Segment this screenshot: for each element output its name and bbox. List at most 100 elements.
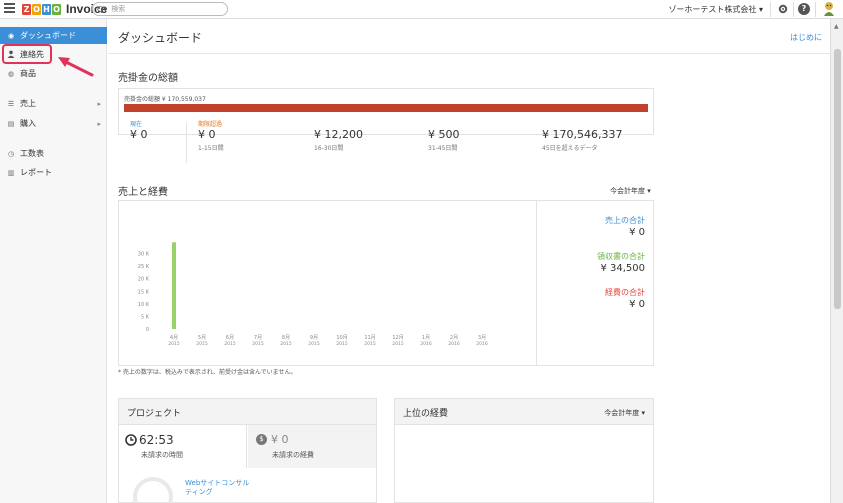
getting-started-link[interactable]: はじめに xyxy=(790,32,822,43)
sidebar-item-label: レポート xyxy=(20,168,52,177)
x-tick-year-label: 2015 xyxy=(168,341,180,347)
receivables-title: 売掛金の総額 xyxy=(118,73,178,84)
bucket-label: 期限超過 xyxy=(198,121,223,128)
x-tick-label: 11月 xyxy=(364,335,375,341)
bucket-amount: ¥ 170,546,337 xyxy=(542,128,623,141)
sales-total-value: ¥ 0 xyxy=(629,227,645,238)
sidebar-item-purchases[interactable]: ▤ 購入 ▸ xyxy=(0,115,107,132)
unbilled-expenses-value: ¥ 0 xyxy=(271,433,289,446)
sales-expenses-title: 売上と経費 xyxy=(118,187,168,198)
x-tick-label: 12月 xyxy=(392,335,403,341)
unbilled-hours-value: 62:53 xyxy=(139,433,174,447)
dollar-icon: $ xyxy=(256,434,267,445)
chart-bar[interactable] xyxy=(172,242,176,329)
x-tick-year-label: 2015 xyxy=(336,341,348,347)
bucket-range: 16-30日間 xyxy=(314,145,344,152)
sidebar-item-label: 工数表 xyxy=(20,149,44,158)
sidebar-item-sales[interactable]: ☰ 売上 ▸ xyxy=(0,95,107,112)
pointer-arrow-icon xyxy=(58,57,94,77)
receivables-bucket[interactable]: 現在 ¥ 0 xyxy=(130,119,148,167)
bucket-range: 31-45日間 xyxy=(428,145,458,152)
y-tick-label: 20 K xyxy=(138,277,150,283)
receivables-total-label: 売掛金の総額 ¥ 170,559,037 xyxy=(124,96,206,103)
period-label: 今会計年度 xyxy=(604,409,640,417)
projects-title: プロジェクト xyxy=(127,409,182,419)
expenses-total-value: ¥ 0 xyxy=(629,299,645,310)
y-tick-label: 10 K xyxy=(138,302,150,308)
y-tick-label: 15 K xyxy=(138,289,150,295)
x-tick-year-label: 2015 xyxy=(364,341,376,347)
logo-letter: Z xyxy=(22,3,31,15)
receivables-breakdown: 現在 ¥ 0 期限超過 ¥ 0 1-15日間 ¥ 12,200 16-30日間 ¥ 500 31… xyxy=(118,119,654,167)
org-switcher[interactable]: ゾーホーテスト株式会社 ▾ xyxy=(668,4,763,15)
bucket-label xyxy=(314,119,363,127)
items-icon: ◍ xyxy=(7,69,15,78)
page-header: ダッシュボード はじめに xyxy=(108,19,830,54)
x-tick-year-label: 2015 xyxy=(392,341,404,347)
receivables-bucket[interactable]: 期限超過 ¥ 0 1-15日間 xyxy=(198,119,224,167)
x-tick-label: 2月 xyxy=(450,335,458,341)
sidebar-item-label: 商品 xyxy=(20,69,36,78)
top-expenses-title: 上位の経費 xyxy=(403,409,449,419)
logo-letter: O xyxy=(52,3,61,15)
chevron-down-icon: ▾ xyxy=(647,187,651,195)
timesheet-icon: ◷ xyxy=(7,149,15,158)
sales-expenses-chart: 05 K10 K15 K20 K25 K30 K4月20155月20156月20… xyxy=(138,242,488,347)
avatar[interactable] xyxy=(822,1,836,17)
sidebar-item-label: 購入 xyxy=(20,119,36,128)
logo-letter: O xyxy=(32,3,41,15)
scroll-thumb[interactable] xyxy=(834,49,841,309)
y-tick-label: 5 K xyxy=(141,314,150,320)
purchases-icon: ▤ xyxy=(7,119,15,128)
sidebar-item-reports[interactable]: ▥ レポート xyxy=(0,164,107,181)
project-progress-ring xyxy=(133,477,173,503)
x-tick-label: 5月 xyxy=(198,335,206,341)
sales-total-label: 売上の合計 xyxy=(605,216,645,225)
search-icon[interactable]: Q▾ xyxy=(97,5,107,14)
receipts-total-label: 領収書の合計 xyxy=(597,252,645,261)
x-tick-label: 8月 xyxy=(282,335,290,341)
page-title: ダッシュボード xyxy=(118,31,203,45)
chevron-right-icon: ▸ xyxy=(97,119,101,128)
x-tick-year-label: 2015 xyxy=(252,341,264,347)
receivables-bucket[interactable]: ¥ 12,200 16-30日間 xyxy=(314,119,363,167)
x-tick-year-label: 2015 xyxy=(196,341,208,347)
scroll-up-icon[interactable]: ▲ xyxy=(834,23,839,30)
help-icon[interactable]: ? xyxy=(798,3,810,15)
y-tick-label: 30 K xyxy=(138,252,150,258)
sidebar: ◉ ダッシュボード 連絡先 ◍ 商品 ☰ 売上 ▸ ▤ 購入 ▸ ◷ 工数表 ▥… xyxy=(0,19,107,503)
receivables-bucket[interactable]: ¥ 500 31-45日間 xyxy=(428,119,460,167)
bucket-amount: ¥ 0 xyxy=(198,128,216,141)
gear-icon[interactable] xyxy=(777,3,789,15)
sidebar-item-timesheet[interactable]: ◷ 工数表 xyxy=(0,145,107,162)
x-tick-year-label: 2016 xyxy=(476,341,488,347)
chart-footnote: * 売上の数字は、税込みで表示され、前受け金は含んでいません。 xyxy=(118,369,297,376)
clock-icon xyxy=(125,434,137,446)
projects-header: プロジェクト xyxy=(119,399,376,425)
y-tick-label: 25 K xyxy=(138,264,150,270)
x-tick-year-label: 2016 xyxy=(448,341,460,347)
menu-icon[interactable] xyxy=(4,3,15,14)
receivables-bucket[interactable]: ¥ 170,546,337 45日を超えるデータ xyxy=(542,119,622,167)
unbilled-expenses[interactable]: $ ¥ 0 未請求の経費 xyxy=(248,425,376,468)
sidebar-item-dashboard[interactable]: ◉ ダッシュボード xyxy=(0,27,107,44)
unbilled-hours[interactable]: 62:53 未請求の時間 xyxy=(119,425,247,468)
period-dropdown[interactable]: 今会計年度 ▾ xyxy=(610,186,651,196)
y-tick-label: 0 xyxy=(146,327,149,333)
top-expenses-header: 上位の経費 今会計年度 ▾ xyxy=(395,399,653,425)
bucket-amount: ¥ 500 xyxy=(428,128,460,141)
bucket-label xyxy=(428,119,460,127)
search-input[interactable]: Q▾ 検索 xyxy=(92,2,228,16)
scrollbar[interactable]: ▲ xyxy=(830,19,843,503)
x-tick-label: 3月 xyxy=(478,335,486,341)
top-expenses-period-dropdown[interactable]: 今会計年度 ▾ xyxy=(604,408,645,418)
bucket-label: 現在 xyxy=(130,121,143,128)
bucket-amount: ¥ 12,200 xyxy=(314,128,363,141)
project-link[interactable]: Webサイトコンサルティング xyxy=(185,479,255,497)
chevron-down-icon: ▾ xyxy=(758,5,763,14)
logo-letter: H xyxy=(42,3,51,15)
divider xyxy=(186,123,187,163)
x-tick-year-label: 2016 xyxy=(420,341,432,347)
receivables-bar[interactable] xyxy=(124,104,648,112)
reports-icon: ▥ xyxy=(7,168,15,177)
